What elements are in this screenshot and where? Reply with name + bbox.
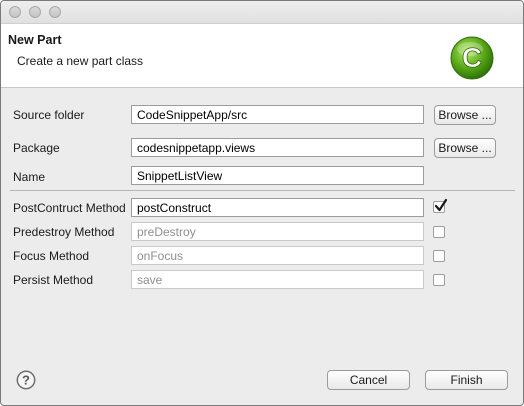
browse-source-folder-button[interactable]: Browse ... [434,105,496,125]
cancel-button[interactable]: Cancel [327,370,410,390]
wizard-title: New Part [8,33,62,47]
name-input[interactable] [131,166,424,185]
svg-text:C: C [462,42,482,73]
focus-label: Focus Method [13,249,90,263]
svg-text:?: ? [22,373,30,388]
title-bar [1,1,523,24]
browse-package-button[interactable]: Browse ... [434,138,496,158]
focus-checkbox[interactable] [433,250,445,262]
pre-destroy-input[interactable] [131,222,424,241]
new-part-dialog: New Part Create a new part class C Sourc… [0,0,524,406]
minimize-window-button[interactable] [29,6,41,18]
pre-destroy-checkbox[interactable] [433,226,445,238]
help-icon[interactable]: ? [16,370,36,390]
wizard-banner: New Part Create a new part class C [1,24,523,88]
persist-label: Persist Method [13,273,94,287]
persist-input[interactable] [131,270,424,289]
name-label: Name [13,170,46,184]
package-label: Package [13,141,60,155]
separator [10,190,515,191]
post-construct-label: PostContruct Method [13,201,126,215]
source-folder-input[interactable] [131,105,424,124]
source-folder-label: Source folder [13,108,85,122]
package-input[interactable] [131,138,424,157]
persist-checkbox[interactable] [433,274,445,286]
wizard-description: Create a new part class [17,54,144,68]
close-window-button[interactable] [9,6,21,18]
post-construct-input[interactable] [131,198,424,217]
checkmark-icon [434,198,448,212]
finish-button[interactable]: Finish [425,370,508,390]
pre-destroy-label: Predestroy Method [13,225,115,239]
post-construct-checkbox[interactable] [433,198,448,213]
zoom-window-button[interactable] [49,6,61,18]
focus-input[interactable] [131,246,424,265]
class-c-icon: C [450,36,494,80]
